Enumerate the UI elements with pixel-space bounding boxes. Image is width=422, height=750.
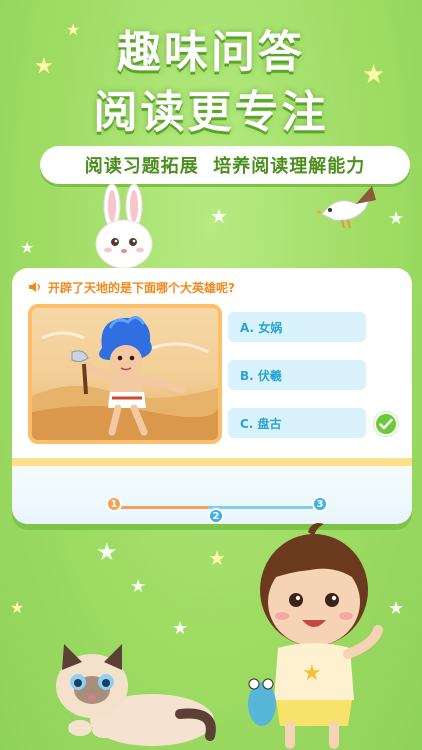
star-icon: ★	[388, 598, 405, 619]
progress-divider	[12, 458, 412, 466]
option-b[interactable]: B. 伏羲	[228, 360, 366, 390]
star-icon: ★	[210, 204, 228, 228]
app-store-screenshot: ★ ★ ★ ★ ★ ★ ★ ★ ★ ★ ★ ★ 趣味问答 阅读更专注 阅读习题拓…	[0, 0, 422, 750]
speaker-icon[interactable]	[28, 281, 42, 293]
headline-line-2: 阅读更专注	[93, 87, 329, 138]
option-a-label: A. 女娲	[240, 320, 283, 335]
cat-illustration	[56, 644, 216, 746]
subtitle-banner: 阅读习题拓展 培养阅读理解能力	[40, 146, 410, 184]
question-text: 开辟了天地的是下面哪个大英雄呢?	[48, 280, 235, 295]
seagull-illustration	[316, 186, 376, 229]
boy-illustration: ★	[248, 523, 383, 749]
star-icon: ★	[208, 546, 226, 570]
step-2[interactable]: 2	[208, 508, 224, 524]
option-c-label: C. 盘古	[240, 416, 282, 431]
story-illustration	[28, 304, 222, 444]
star-icon: ★	[10, 598, 25, 617]
svg-text:★: ★	[302, 661, 322, 686]
option-a[interactable]: A. 女娲	[228, 312, 366, 342]
progress-track-done	[108, 506, 208, 509]
star-icon: ★	[172, 618, 189, 639]
question-row: 开辟了天地的是下面哪个大英雄呢?	[28, 278, 235, 296]
star-icon: ★	[130, 576, 147, 597]
step-3[interactable]: 3	[312, 496, 328, 512]
star-icon: ★	[20, 238, 35, 257]
option-b-label: B. 伏羲	[240, 368, 282, 383]
subtitle-text: 阅读习题拓展 培养阅读理解能力	[84, 156, 366, 177]
star-icon: ★	[96, 538, 118, 566]
quiz-card: 开辟了天地的是下面哪个大英雄呢? A. 女娲 B. 伏羲 C. 盘古 1 2 3	[12, 268, 412, 524]
pangu-scene	[32, 316, 218, 440]
star-icon: ★	[388, 208, 405, 229]
option-c[interactable]: C. 盘古	[228, 408, 366, 438]
step-1[interactable]: 1	[106, 496, 122, 512]
headline-line-1: 趣味问答	[117, 27, 305, 78]
rabbit-illustration	[95, 184, 153, 269]
check-icon	[374, 412, 398, 436]
